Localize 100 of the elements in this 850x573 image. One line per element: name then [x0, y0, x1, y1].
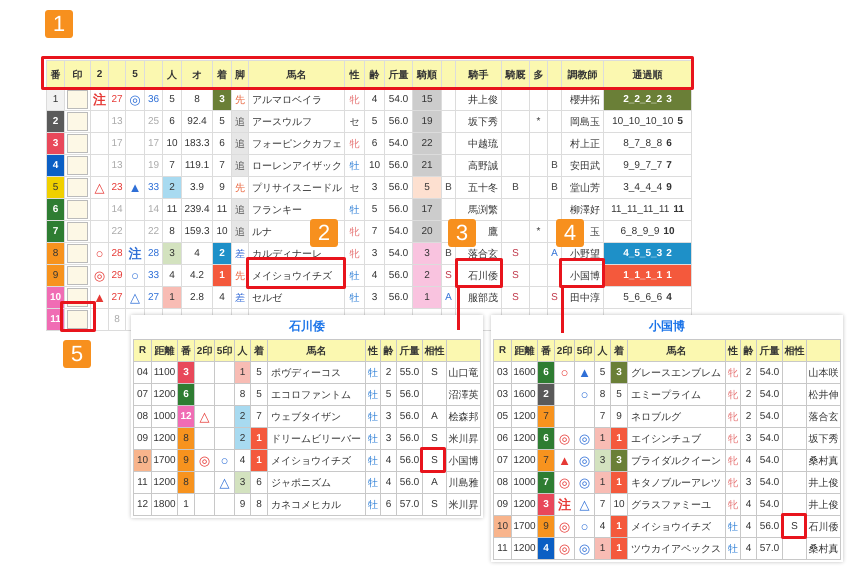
- column-header: 番: [178, 340, 194, 362]
- column-header: 人: [162, 60, 182, 88]
- table-cell: 牝: [726, 384, 740, 406]
- table-cell: 9: [234, 494, 250, 516]
- column-header: 調教師: [562, 60, 604, 88]
- mark-field[interactable]: [67, 200, 88, 219]
- mark-field[interactable]: [67, 178, 88, 197]
- table-cell: 14: [144, 198, 162, 220]
- table-cell: 8: [46, 242, 64, 264]
- table-cell: 坂下秀: [456, 110, 502, 132]
- table-cell: 6: [364, 132, 384, 154]
- table-cell: ○: [574, 384, 594, 406]
- table-cell: 10: [162, 132, 182, 154]
- table-cell: 2: [162, 176, 182, 198]
- table-cell: 村上正: [562, 132, 604, 154]
- table-cell: 井上俊: [456, 88, 502, 110]
- table-cell: 6: [46, 198, 64, 220]
- table-cell: 55.0: [396, 362, 422, 384]
- table-cell: 牝: [726, 362, 740, 384]
- table-cell: 牡: [366, 406, 380, 428]
- table-cell: 5: [364, 110, 384, 132]
- horse-name: カネコメヒカル: [268, 494, 366, 516]
- table-cell: 牡: [366, 450, 380, 472]
- callout-badge: 4: [556, 219, 584, 247]
- table-cell: 牝: [726, 472, 740, 494]
- highlight-frame: [455, 258, 503, 288]
- table-cell: 追: [232, 220, 248, 242]
- mark-field[interactable]: [67, 222, 88, 241]
- table-cell: 28: [108, 242, 126, 264]
- horse-name: ローレンアイザック: [248, 154, 344, 176]
- table-cell: 6: [178, 384, 194, 406]
- table-cell: 沼澤英: [446, 384, 480, 406]
- table-cell: 牡: [366, 362, 380, 384]
- table-cell: 牡: [366, 494, 380, 516]
- table-cell: 56.0: [396, 428, 422, 450]
- table-cell: 3: [610, 450, 628, 472]
- table-cell: 9: [178, 450, 194, 472]
- horse-name: アルマロベイラ: [248, 88, 344, 110]
- table-cell: △: [126, 286, 144, 308]
- table-cell: 33: [144, 264, 162, 286]
- table-cell: 2: [740, 384, 756, 406]
- table-cell: 牡: [366, 384, 380, 406]
- table-cell: A: [442, 286, 456, 308]
- table-cell: 牝: [726, 406, 740, 428]
- mark-field[interactable]: [67, 244, 88, 263]
- column-header: 性: [726, 340, 740, 362]
- table-cell: 6: [250, 472, 268, 494]
- table-cell: セ: [344, 176, 364, 198]
- final-position: 9: [666, 182, 672, 193]
- table-cell: 54.0: [756, 362, 782, 384]
- column-header: 性: [344, 60, 364, 88]
- final-position: 7: [666, 160, 672, 171]
- horse-name: ツウカイアペックス: [628, 538, 726, 560]
- table-cell: 5: [250, 384, 268, 406]
- table-cell: ▲: [90, 286, 108, 308]
- mark-field[interactable]: [67, 90, 88, 109]
- table-cell: 牝: [726, 428, 740, 450]
- mark-field[interactable]: [67, 266, 88, 285]
- mark-field[interactable]: [67, 112, 88, 131]
- table-cell: 坂下秀: [806, 428, 840, 450]
- table-cell: 追: [232, 198, 248, 220]
- column-header: 斤量: [756, 340, 782, 362]
- mark-field[interactable]: [67, 310, 88, 329]
- table-cell: 8: [594, 384, 610, 406]
- table-cell: *: [530, 110, 548, 132]
- column-header: 騎順: [412, 60, 442, 88]
- table-cell: 追: [232, 132, 248, 154]
- table-cell: 堂山芳: [562, 176, 604, 198]
- table-cell: *: [530, 220, 548, 242]
- table-cell: S: [502, 242, 530, 264]
- table-cell: 27: [108, 88, 126, 110]
- horse-name: キタノブルーアレツ: [628, 472, 726, 494]
- table-cell: 牡: [344, 264, 364, 286]
- table-cell: 22: [108, 220, 126, 242]
- table-cell: 5: [46, 176, 64, 198]
- table-cell: 差: [232, 242, 248, 264]
- table-cell: 5: [380, 384, 396, 406]
- column-header: 相性: [782, 340, 806, 362]
- horse-name: セルゼ: [248, 286, 344, 308]
- horse-name: グレースエンブレム: [628, 362, 726, 384]
- column-header: 距離: [152, 340, 178, 362]
- table-cell: ◎: [554, 516, 574, 538]
- table-cell: 4: [740, 450, 756, 472]
- table-cell: 4: [364, 88, 384, 110]
- column-header: 相性: [422, 340, 446, 362]
- table-cell: 4: [740, 494, 756, 516]
- mark-field[interactable]: [67, 156, 88, 175]
- table-cell: 54.0: [756, 472, 782, 494]
- table-cell: 高野誠: [456, 154, 502, 176]
- table-cell: 3: [740, 472, 756, 494]
- table-cell: 92.4: [182, 110, 212, 132]
- table-cell: 8: [178, 428, 194, 450]
- passing-order: 5_6_6_6: [623, 292, 662, 303]
- table-cell: 4: [364, 264, 384, 286]
- table-cell: 3: [364, 176, 384, 198]
- table-cell: ○: [554, 362, 574, 384]
- table-cell: 注: [126, 242, 144, 264]
- table-cell: 差: [232, 286, 248, 308]
- mark-field[interactable]: [67, 134, 88, 153]
- table-cell: 11: [162, 198, 182, 220]
